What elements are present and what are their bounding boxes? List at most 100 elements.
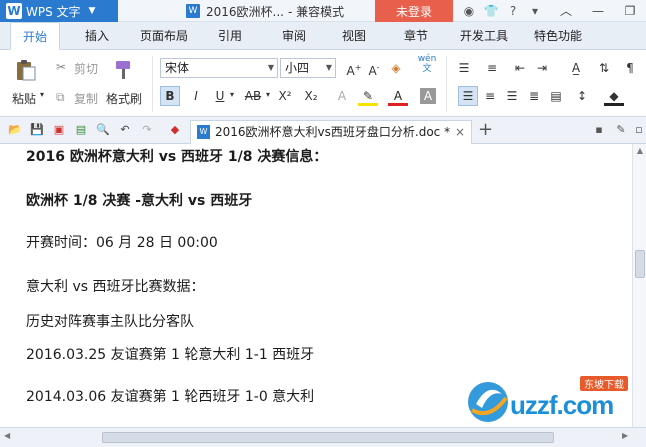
watermark-logo: uzzf.com 东坡下载 — [462, 376, 644, 426]
close-tab-icon[interactable]: × — [455, 121, 465, 143]
highlight-icon[interactable]: ✎ — [358, 86, 378, 106]
title-icons: ◉ 👕 ? ▾ — [458, 0, 546, 22]
tab-developer[interactable]: 开发工具 — [452, 22, 516, 50]
strike-dropdown-icon[interactable]: ▾ — [266, 90, 270, 99]
distributed-icon[interactable]: ▤ — [546, 86, 566, 106]
tab-review[interactable]: 审阅 — [272, 22, 316, 50]
decrease-indent-icon[interactable]: ⇤ — [510, 58, 530, 78]
subscript-button[interactable]: X₂ — [300, 86, 322, 106]
align-center-icon[interactable]: ≡ — [480, 86, 500, 106]
document-tab-title: 2016欧洲杯意大利vs西班牙盘口分析.doc * — [215, 125, 451, 139]
tab-insert[interactable]: 插入 — [72, 22, 122, 50]
chevron-down-icon: ▼ — [88, 6, 96, 16]
document-icon: W — [186, 4, 200, 18]
bold-button[interactable]: B — [160, 86, 180, 106]
compat-mode-label: - 兼容模式 — [287, 4, 345, 19]
document-tab[interactable]: W 2016欧洲杯意大利vs西班牙盘口分析.doc * × — [190, 120, 472, 144]
wps-logo-icon: W — [6, 3, 22, 19]
doc-line-table-header: 历史对阵赛事主队比分客队 — [26, 314, 194, 330]
font-size-select[interactable]: 小四 ▼ — [280, 58, 336, 78]
text-effect-icon[interactable]: A — [332, 86, 352, 106]
font-color-icon[interactable]: A — [388, 86, 408, 106]
panel-icon[interactable]: ▪ — [592, 123, 606, 137]
horizontal-scroll-thumb[interactable] — [102, 432, 554, 443]
char-shading-icon[interactable]: A — [420, 88, 436, 104]
justify-icon[interactable]: ≣ — [524, 86, 544, 106]
print-preview-icon[interactable]: 🔍 — [96, 123, 110, 137]
help-icon[interactable]: ? — [502, 4, 524, 18]
scroll-right-icon[interactable]: ▶ — [622, 431, 628, 440]
copy-label[interactable]: 复制 — [74, 90, 98, 107]
tab-home[interactable]: 开始 — [10, 22, 60, 50]
paste-dropdown-icon[interactable]: ▾ — [40, 90, 44, 99]
shrink-font-icon[interactable]: A- — [364, 58, 384, 78]
phonetic-label: wén — [417, 54, 437, 64]
export-pdf-icon[interactable]: ▣ — [52, 123, 66, 137]
tab-references[interactable]: 引用 — [208, 22, 252, 50]
paste-icon[interactable] — [14, 58, 38, 82]
scroll-left-icon[interactable]: ◀ — [4, 431, 10, 440]
copy-icon[interactable]: ⧉ — [56, 90, 65, 105]
underline-dropdown-icon[interactable]: ▾ — [230, 90, 234, 99]
watermark-brand: uzzf.com — [510, 390, 614, 420]
paste-label[interactable]: 粘贴 — [12, 90, 36, 107]
doc-line-kickoff: 开赛时间：06 月 28 日 00:00 — [26, 235, 218, 251]
sort-icon[interactable]: ⇅ — [594, 58, 614, 78]
align-left-icon[interactable]: ☰ — [458, 86, 478, 106]
shirt-icon[interactable]: 👕 — [480, 4, 502, 18]
open-folder-icon[interactable]: 📂 — [8, 123, 22, 137]
format-painter-label[interactable]: 格式刷 — [106, 90, 142, 107]
cut-label[interactable]: 剪切 — [74, 60, 98, 77]
document-icon: W — [197, 125, 210, 139]
save-icon[interactable]: 💾 — [30, 123, 44, 137]
underline-button[interactable]: U — [210, 86, 230, 106]
phonetic-guide-icon[interactable]: wén 文 — [414, 54, 440, 74]
tab-special[interactable]: 特色功能 — [526, 22, 590, 50]
share-icon[interactable]: ✎ — [614, 123, 628, 137]
increase-indent-icon[interactable]: ⇥ — [532, 58, 552, 78]
tab-section[interactable]: 章节 — [394, 22, 438, 50]
skin-icon[interactable]: ◉ — [458, 4, 480, 18]
paragraph-shading-icon[interactable]: ◆ — [604, 86, 624, 106]
font-name-value: 宋体 — [165, 61, 190, 75]
title-bar: W WPS 文字 ▼ W 2016欧洲杯... - 兼容模式 未登录 ◉ 👕 ?… — [0, 0, 646, 22]
restore-icon[interactable]: ❐ — [614, 0, 646, 22]
login-button[interactable]: 未登录 — [375, 0, 453, 22]
numbered-list-icon[interactable]: ≡ — [482, 58, 502, 78]
minimize-icon[interactable]: — — [582, 0, 614, 22]
customize-qa-icon[interactable]: ◆ — [168, 123, 182, 137]
line-spacing-icon[interactable]: ↕ — [572, 86, 592, 106]
window-doc-name: 2016欧洲杯... — [206, 4, 284, 19]
ribbon-separator — [446, 56, 447, 112]
font-name-select[interactable]: 宋体 ▼ — [160, 58, 278, 78]
change-case-icon[interactable]: A̲ — [566, 58, 586, 78]
bullet-list-icon[interactable]: ☰ — [454, 58, 474, 78]
minimize-panel-icon[interactable]: ▫ — [632, 123, 646, 137]
new-tab-icon[interactable]: + — [478, 119, 493, 140]
undo-icon[interactable]: ↶ — [118, 123, 132, 137]
grow-font-icon[interactable]: A+ — [344, 58, 364, 78]
align-right-icon[interactable]: ☰ — [502, 86, 522, 106]
chevron-down-icon: ▼ — [325, 63, 333, 72]
more-icon[interactable]: ▾ — [524, 4, 546, 18]
redo-icon[interactable]: ↷ — [140, 123, 154, 137]
italic-button[interactable]: I — [186, 86, 206, 106]
format-painter-icon[interactable] — [112, 58, 136, 82]
tab-view[interactable]: 视图 — [332, 22, 376, 50]
vertical-scroll-thumb[interactable] — [635, 250, 645, 278]
show-marks-icon[interactable]: ¶ — [620, 58, 640, 78]
app-menu-button[interactable]: W WPS 文字 ▼ — [0, 0, 118, 22]
watermark-tag: 东坡下载 — [580, 376, 628, 391]
window-title: W 2016欧洲杯... - 兼容模式 — [186, 0, 344, 22]
print-icon[interactable]: ▤ — [74, 123, 88, 137]
doc-line-record: 2016.03.25 友谊赛第 1 轮意大利 1-1 西班牙 — [26, 347, 315, 363]
superscript-button[interactable]: X² — [274, 86, 296, 106]
scroll-up-icon[interactable]: ▲ — [633, 146, 646, 155]
tab-page-layout[interactable]: 页面布局 — [134, 22, 194, 50]
ribbon-separator — [152, 56, 153, 112]
collapse-icon[interactable]: ︿ — [550, 0, 582, 22]
strikethrough-button[interactable]: AB — [240, 86, 266, 106]
clear-format-icon[interactable]: ◈ — [386, 58, 406, 78]
scissors-icon[interactable]: ✂ — [56, 60, 66, 74]
horizontal-scrollbar[interactable]: ◀ ▶ — [0, 427, 646, 447]
